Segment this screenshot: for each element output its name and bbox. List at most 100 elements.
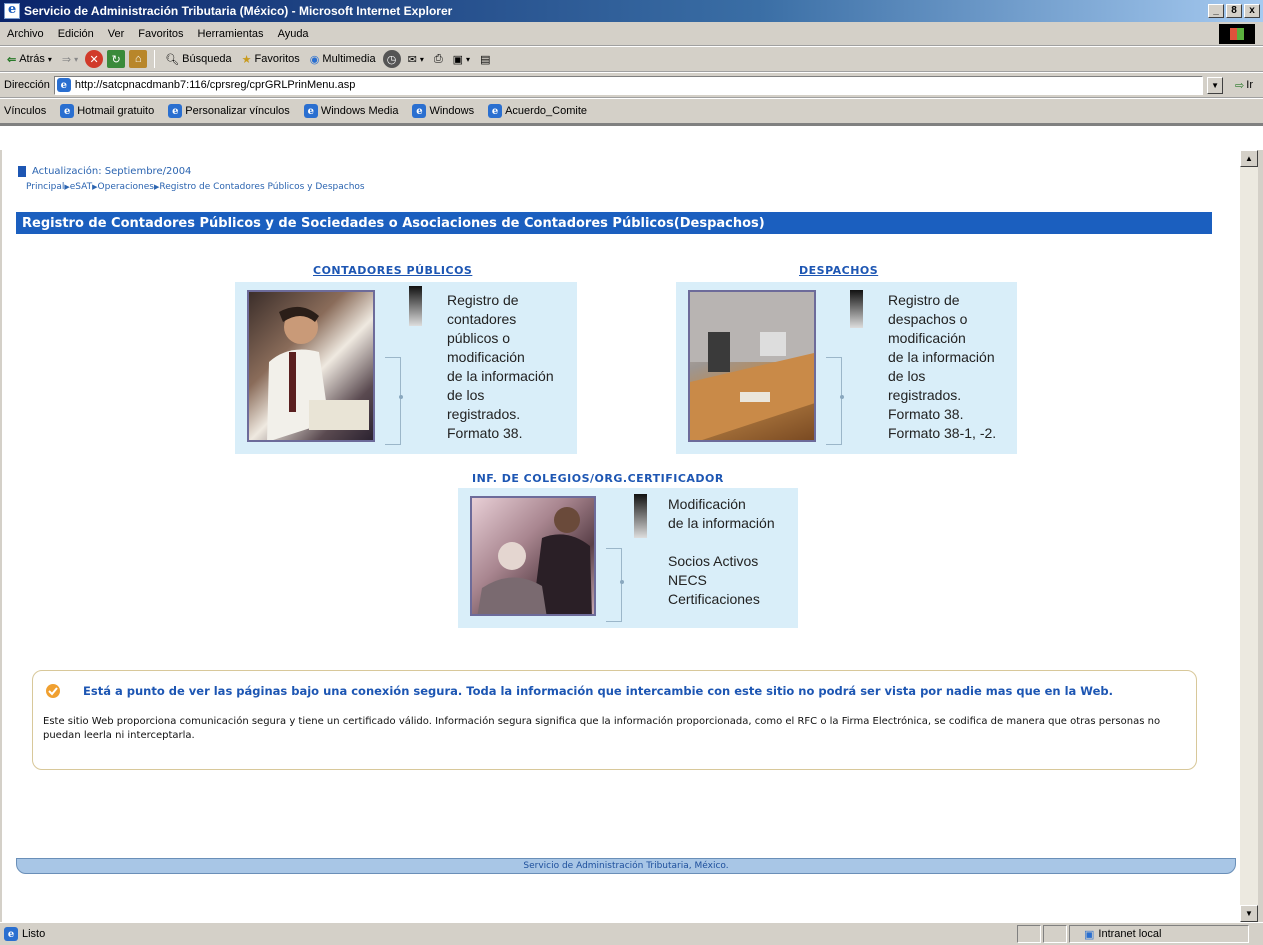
search-button[interactable]: 🔍︎ Búsqueda <box>162 53 235 66</box>
content-top-margin <box>0 124 1263 150</box>
breadcrumb-registro: Registro de Contadores Públicos y Despac… <box>159 182 365 192</box>
link-icon: e <box>168 104 183 118</box>
go-arrow-icon: ⇨ <box>1235 79 1245 92</box>
back-arrow-icon: ⇐ <box>7 53 17 66</box>
colegios-link[interactable]: INF. DE COLEGIOS/ORG.CERTIFICADOR <box>472 472 724 485</box>
favorites-button[interactable]: ★ Favoritos <box>239 53 303 66</box>
dropdown-arrow-icon: ▾ <box>466 54 471 64</box>
decorative-dot <box>620 580 624 584</box>
links-bar: Vínculos e Hotmail gratuito e Personalizar… <box>0 98 1263 124</box>
breadcrumb-esat[interactable]: eSAT <box>70 182 92 192</box>
page-footer: Servicio de Administración Tributaria, M… <box>16 858 1236 874</box>
status-cell <box>1017 925 1041 943</box>
history-icon[interactable]: ◷ <box>382 50 401 68</box>
standard-toolbar: ⇐ Atrás ▾ ⇒ ▾ ✕ ↻ ⌂ 🔍︎ Búsqueda ★ Favori… <box>0 46 1263 72</box>
link-icon: e <box>488 104 503 118</box>
despachos-card[interactable]: Registro de despachos o modificación de … <box>676 282 1017 454</box>
status-bar: e Listo ▣ Intranet local <box>0 922 1263 945</box>
breadcrumb-operaciones[interactable]: Operaciones <box>98 182 154 192</box>
security-zone: ▣ Intranet local <box>1069 925 1249 943</box>
links-label: Vínculos <box>4 105 47 117</box>
page-title-banner: Registro de Contadores Públicos y de Soc… <box>16 212 1212 234</box>
update-notice: Actualización: Septiembre/2004 <box>18 166 191 177</box>
contadores-description: Registro de contadores públicos o modifi… <box>447 292 554 441</box>
scroll-down-arrow-icon[interactable]: ▼ <box>1240 905 1258 922</box>
menu-ver[interactable]: Ver <box>101 28 132 40</box>
decorative-bracket <box>385 357 401 445</box>
page-icon: e <box>56 78 71 92</box>
colegios-card[interactable]: Modificación de la información Socios Ac… <box>458 488 798 628</box>
contadores-photo <box>247 290 375 442</box>
despachos-link[interactable]: DESPACHOS <box>799 264 878 277</box>
contadores-card[interactable]: Registro de contadores públicos o modifi… <box>235 282 577 454</box>
decorative-bracket <box>606 548 622 622</box>
link-icon: e <box>412 104 427 118</box>
scroll-up-arrow-icon[interactable]: ▲ <box>1240 150 1258 167</box>
print-icon[interactable]: ⎙ <box>431 53 446 66</box>
stop-icon[interactable]: ✕ <box>85 50 104 68</box>
vertical-scrollbar[interactable]: ▲ ▼ <box>1240 150 1258 922</box>
link-icon: e <box>60 104 75 118</box>
home-icon[interactable]: ⌂ <box>129 50 148 68</box>
menu-favoritos[interactable]: Favoritos <box>131 28 190 40</box>
contadores-link[interactable]: CONTADORES PÚBLICOS <box>313 264 472 277</box>
edit-button[interactable]: ▣ ▾ <box>450 53 473 66</box>
colegios-description: Modificación de la información Socios Ac… <box>668 496 775 607</box>
go-button[interactable]: ⇨ Ir <box>1229 79 1263 92</box>
dropdown-arrow-icon: ▾ <box>74 54 79 64</box>
discuss-icon[interactable]: ▤ <box>477 53 493 66</box>
update-marker-icon <box>18 166 26 177</box>
search-icon: 🔍︎ <box>165 53 180 66</box>
maximize-button[interactable]: 8 <box>1226 4 1242 18</box>
window-title-bar[interactable]: Servicio de Administración Tributaria (M… <box>0 0 1263 22</box>
gradient-bar <box>850 290 863 328</box>
mail-button[interactable]: ✉ ▾ <box>405 53 427 66</box>
toolbar-separator <box>154 50 156 68</box>
office-image-icon <box>690 292 814 440</box>
address-dropdown-button[interactable]: ▼ <box>1207 76 1224 94</box>
breadcrumb: Principal▶eSAT▶Operaciones▶Registro de C… <box>26 182 365 192</box>
decorative-dot <box>399 395 403 399</box>
menu-edicion[interactable]: Edición <box>51 28 101 40</box>
security-notice: Está a punto de ver las páginas bajo una… <box>32 670 1197 770</box>
windows-logo-icon <box>1219 24 1255 44</box>
link-windows-media[interactable]: e Windows Media <box>303 104 398 118</box>
gradient-bar <box>409 286 422 326</box>
close-button[interactable]: x <box>1244 4 1260 18</box>
mail-icon: ✉ <box>407 53 417 66</box>
link-acuerdo-comite[interactable]: e Acuerdo_Comite <box>488 104 587 118</box>
link-windows[interactable]: e Windows <box>412 104 474 118</box>
refresh-icon[interactable]: ↻ <box>107 50 126 68</box>
decorative-bracket <box>826 357 842 445</box>
menu-ayuda[interactable]: Ayuda <box>271 28 316 40</box>
forward-button[interactable]: ⇒ ▾ <box>59 53 81 66</box>
intranet-zone-icon: ▣ <box>1084 928 1095 941</box>
gradient-bar <box>634 494 647 538</box>
menu-bar: Archivo Edición Ver Favoritos Herramient… <box>0 22 1263 46</box>
favorites-icon: ★ <box>241 53 252 66</box>
link-personalizar[interactable]: e Personalizar vínculos <box>168 104 290 118</box>
page-status-icon: e <box>4 927 18 941</box>
decorative-dot <box>840 395 844 399</box>
colegios-photo <box>470 496 596 616</box>
minimize-button[interactable]: _ <box>1208 4 1224 18</box>
address-input[interactable]: e http://satcpnacdmanb7:116/cprsreg/cprG… <box>53 75 1204 95</box>
menu-archivo[interactable]: Archivo <box>0 28 51 40</box>
status-cell <box>1043 925 1067 943</box>
status-text: Listo <box>22 928 46 940</box>
page-content: Actualización: Septiembre/2004 Principal… <box>2 150 1240 922</box>
media-icon: ◉ <box>309 53 320 66</box>
breadcrumb-principal[interactable]: Principal <box>26 182 64 192</box>
media-button[interactable]: ◉ Multimedia <box>307 53 379 66</box>
menu-herramientas[interactable]: Herramientas <box>191 28 271 40</box>
despachos-description: Registro de despachos o modificación de … <box>888 292 997 441</box>
address-bar: Dirección e http://satcpnacdmanb7:116/cp… <box>0 72 1263 98</box>
dropdown-arrow-icon: ▾ <box>47 54 52 64</box>
link-hotmail[interactable]: e Hotmail gratuito <box>60 104 154 118</box>
back-button[interactable]: ⇐ Atrás ▾ <box>4 53 55 66</box>
ie-icon <box>4 2 20 19</box>
despachos-photo <box>688 290 816 442</box>
address-label: Dirección <box>4 79 50 91</box>
window-title: Servicio de Administración Tributaria (M… <box>24 4 453 18</box>
security-notice-heading: Está a punto de ver las páginas bajo una… <box>83 684 1113 698</box>
